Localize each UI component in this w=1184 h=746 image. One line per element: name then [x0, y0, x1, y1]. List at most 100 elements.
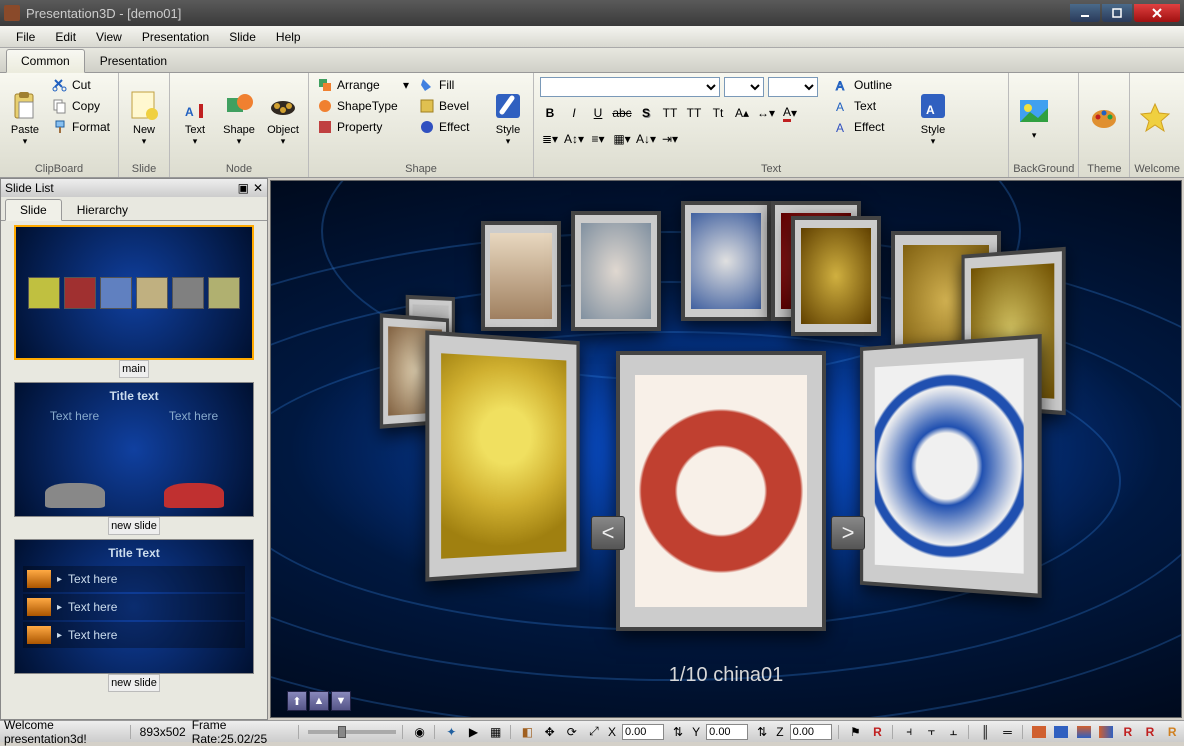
sb-dist-v-icon[interactable]: ═	[999, 723, 1015, 741]
gallery-card[interactable]	[860, 334, 1042, 598]
panel-pin-icon[interactable]: ▣	[238, 181, 249, 195]
slidelist-tab-slide[interactable]: Slide	[5, 199, 62, 221]
menu-view[interactable]: View	[86, 28, 132, 46]
gallery-card[interactable]	[791, 216, 881, 336]
sb-color1-icon[interactable]	[1031, 723, 1047, 741]
object-node-button[interactable]: Object	[262, 75, 304, 161]
gallery-card[interactable]	[481, 221, 561, 331]
menu-file[interactable]: File	[6, 28, 45, 46]
sb-align-left-icon[interactable]: ⫞	[901, 723, 917, 741]
gallery-card[interactable]	[571, 211, 661, 331]
canvas-home-button[interactable]: ⬆	[287, 691, 307, 711]
sb-r4-button[interactable]: R	[1164, 723, 1180, 741]
maximize-button[interactable]	[1102, 4, 1132, 22]
new-slide-button[interactable]: New	[123, 75, 165, 161]
case-button[interactable]: Tt	[708, 103, 728, 123]
sb-align-center-icon[interactable]: ⫟	[923, 723, 939, 741]
strike-button[interactable]: abc	[612, 103, 632, 123]
outline-text-button[interactable]: AOutline	[830, 75, 910, 95]
char-spacing-button[interactable]: ↔▾	[756, 103, 776, 123]
background-button[interactable]	[1013, 75, 1055, 161]
status-y-input[interactable]	[706, 724, 748, 740]
fill-button[interactable]: Fill	[415, 75, 485, 95]
sb-play-icon[interactable]: ▶	[465, 723, 481, 741]
slide-thumb[interactable]: main	[5, 225, 263, 378]
panel-close-icon[interactable]: ✕	[253, 181, 263, 195]
sb-move-icon[interactable]: ✥	[542, 723, 558, 741]
gallery-card[interactable]	[681, 201, 771, 321]
canvas-up-button[interactable]: ▲	[309, 691, 329, 711]
slide-thumb[interactable]: Title Text ▸ Text here ▸ Text here ▸ Tex…	[5, 539, 263, 692]
sb-grid-icon[interactable]: ▦	[488, 723, 504, 741]
gallery-card[interactable]	[425, 330, 579, 581]
sb-scale-icon[interactable]: ⤢	[586, 723, 602, 741]
ribbon-tab-presentation[interactable]: Presentation	[85, 49, 182, 72]
bullets-button[interactable]: ≣▾	[540, 129, 560, 149]
shadow-text-button[interactable]: S	[636, 103, 656, 123]
font-extra-combo[interactable]	[768, 77, 818, 97]
sb-align-right-icon[interactable]: ⫠	[946, 723, 962, 741]
shape-style-button[interactable]: Style	[487, 75, 529, 161]
status-z-input[interactable]	[790, 724, 832, 740]
gallery-card-center[interactable]	[616, 351, 826, 631]
italic-button[interactable]: I	[564, 103, 584, 123]
shape-node-button[interactable]: Shape	[218, 75, 260, 161]
columns-button[interactable]: ▦▾	[612, 129, 632, 149]
bevel-button[interactable]: Bevel	[415, 96, 485, 116]
cut-button[interactable]: Cut	[48, 75, 114, 95]
property-button[interactable]: Property	[313, 117, 413, 137]
close-button[interactable]	[1134, 4, 1180, 22]
minimize-button[interactable]	[1070, 4, 1100, 22]
menu-slide[interactable]: Slide	[219, 28, 266, 46]
sb-color3-icon[interactable]	[1076, 723, 1092, 741]
text-style-button[interactable]: A Style	[912, 75, 954, 161]
format-button[interactable]: Format	[48, 117, 114, 137]
sb-z-stepper[interactable]: ⇅	[754, 723, 770, 741]
bold-button[interactable]: B	[540, 103, 560, 123]
sb-dist-h-icon[interactable]: ║	[977, 723, 993, 741]
sb-record-icon[interactable]: ◉	[412, 723, 428, 741]
sb-color4-icon[interactable]	[1098, 723, 1114, 741]
ribbon-tab-common[interactable]: Common	[6, 49, 85, 73]
menu-help[interactable]: Help	[266, 28, 311, 46]
slidelist-tab-hierarchy[interactable]: Hierarchy	[62, 199, 143, 220]
canvas-down-button[interactable]: ▼	[331, 691, 351, 711]
sb-rotate-icon[interactable]: ⟳	[564, 723, 580, 741]
paste-button[interactable]: Paste	[4, 75, 46, 161]
sb-puzzle-icon[interactable]: ✦	[443, 723, 459, 741]
menu-presentation[interactable]: Presentation	[132, 28, 219, 46]
arrange-button[interactable]: Arrange▾	[313, 75, 413, 95]
zoom-slider[interactable]	[308, 730, 396, 734]
font-size-grow-button[interactable]: A▴	[732, 103, 752, 123]
linespacing-button[interactable]: A↕▾	[564, 129, 584, 149]
text-effect-button[interactable]: AEffect	[830, 117, 910, 137]
underline-button[interactable]: U	[588, 103, 608, 123]
canvas-area[interactable]: < > 1/10 china01 ⬆ ▲ ▼	[270, 180, 1182, 718]
sub-button[interactable]: TT	[684, 103, 704, 123]
sb-color2-icon[interactable]	[1053, 723, 1069, 741]
font-family-combo[interactable]	[540, 77, 720, 97]
sup-button[interactable]: TT	[660, 103, 680, 123]
sb-y-stepper[interactable]: ⇅	[670, 723, 686, 741]
indent-button[interactable]: ⇥▾	[660, 129, 680, 149]
textdir-button[interactable]: A↓▾	[636, 129, 656, 149]
theme-button[interactable]	[1083, 75, 1125, 161]
text-node-button[interactable]: A Text	[174, 75, 216, 161]
align-button[interactable]: ≡▾	[588, 129, 608, 149]
sb-cube-icon[interactable]: ◧	[519, 723, 535, 741]
sb-r1-button[interactable]: R	[869, 723, 885, 741]
sb-r2-button[interactable]: R	[1120, 723, 1136, 741]
copy-button[interactable]: Copy	[48, 96, 114, 116]
slide-thumb[interactable]: Title text Text hereText here new slide	[5, 382, 263, 535]
status-x-input[interactable]	[622, 724, 664, 740]
font-size-combo[interactable]	[724, 77, 764, 97]
menu-edit[interactable]: Edit	[45, 28, 86, 46]
gallery-prev-button[interactable]: <	[591, 516, 625, 550]
sb-r3-button[interactable]: R	[1142, 723, 1158, 741]
effect-button[interactable]: Effect	[415, 117, 485, 137]
shapetype-button[interactable]: ShapeType	[313, 96, 413, 116]
gallery-next-button[interactable]: >	[831, 516, 865, 550]
text-fill-button[interactable]: AText	[830, 96, 910, 116]
welcome-button[interactable]	[1134, 75, 1176, 161]
sb-flag-icon[interactable]: ⚑	[847, 723, 863, 741]
